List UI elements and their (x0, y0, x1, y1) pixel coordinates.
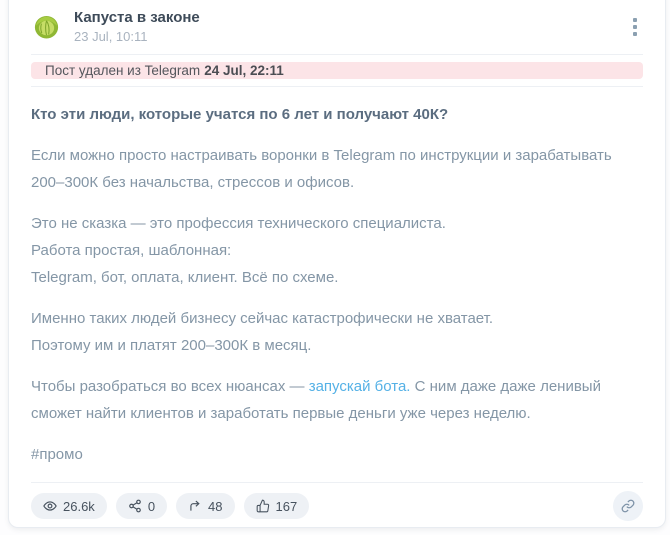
reactions-count: 167 (275, 498, 298, 514)
post-paragraph: Чтобы разобраться во всех нюансах — запу… (31, 373, 643, 427)
post-paragraph: Это не сказка — это профессия техническо… (31, 210, 643, 291)
reactions-stat[interactable]: 167 (243, 493, 310, 519)
post-card: Капуста в законе 23 Jul, 10:11 Пост удал… (8, 0, 666, 528)
views-stat[interactable]: 26.6k (31, 493, 107, 519)
kebab-menu-icon[interactable] (627, 14, 643, 40)
deleted-notice: Пост удален из Telegram 24 Jul, 22:11 (31, 62, 643, 79)
copy-link-button[interactable] (613, 491, 643, 521)
post-text-before-link: Чтобы разобраться во всех нюансах — (31, 378, 309, 395)
header-divider (31, 54, 643, 55)
post-line: Работа простая, шаблонная: (31, 242, 232, 259)
post-line: Именно таких людей бизнесу сейчас катаст… (31, 310, 494, 327)
shares-stat[interactable]: 0 (115, 493, 168, 519)
cabbage-icon (34, 15, 59, 39)
page: Капуста в законе 23 Jul, 10:11 Пост удал… (0, 0, 670, 535)
link-icon (621, 499, 635, 513)
post-hashtag: #промо (31, 446, 83, 463)
channel-avatar[interactable] (31, 11, 62, 42)
deleted-notice-text: Пост удален из Telegram (45, 63, 201, 78)
post-title: Кто эти люди, которые учатся по 6 лет и … (31, 106, 449, 123)
forwards-count: 48 (208, 498, 223, 514)
channel-name[interactable]: Капуста в законе (74, 9, 200, 26)
eye-icon (43, 501, 57, 511)
views-count: 26.6k (63, 498, 95, 514)
post-line: Telegram, бот, оплата, клиент. Всё по сх… (31, 269, 339, 286)
post-body: Кто эти люди, которые учатся по 6 лет и … (31, 87, 643, 482)
deleted-notice-date: 24 Jul, 22:11 (204, 63, 284, 78)
bot-link[interactable]: запускай бота. (309, 378, 411, 395)
post-line: Поэтому им и платят 200–300К в месяц. (31, 337, 312, 354)
forward-arrow-icon (190, 500, 200, 511)
channel-meta: Капуста в законе 23 Jul, 10:11 (74, 9, 200, 44)
post-paragraph: Именно таких людей бизнесу сейчас катаст… (31, 305, 643, 359)
post-line: Это не сказка — это профессия техническо… (31, 215, 446, 232)
post-header: Капуста в законе 23 Jul, 10:11 (31, 1, 643, 54)
forwards-stat[interactable]: 48 (176, 493, 235, 519)
post-footer: 26.6k 0 48 167 (31, 483, 643, 527)
share-nodes-icon (128, 499, 141, 513)
shares-count: 0 (147, 498, 156, 514)
thumbs-up-icon (256, 499, 269, 513)
post-paragraph: Если можно просто настраивать воронки в … (31, 147, 612, 191)
post-date: 23 Jul, 10:11 (74, 29, 148, 44)
